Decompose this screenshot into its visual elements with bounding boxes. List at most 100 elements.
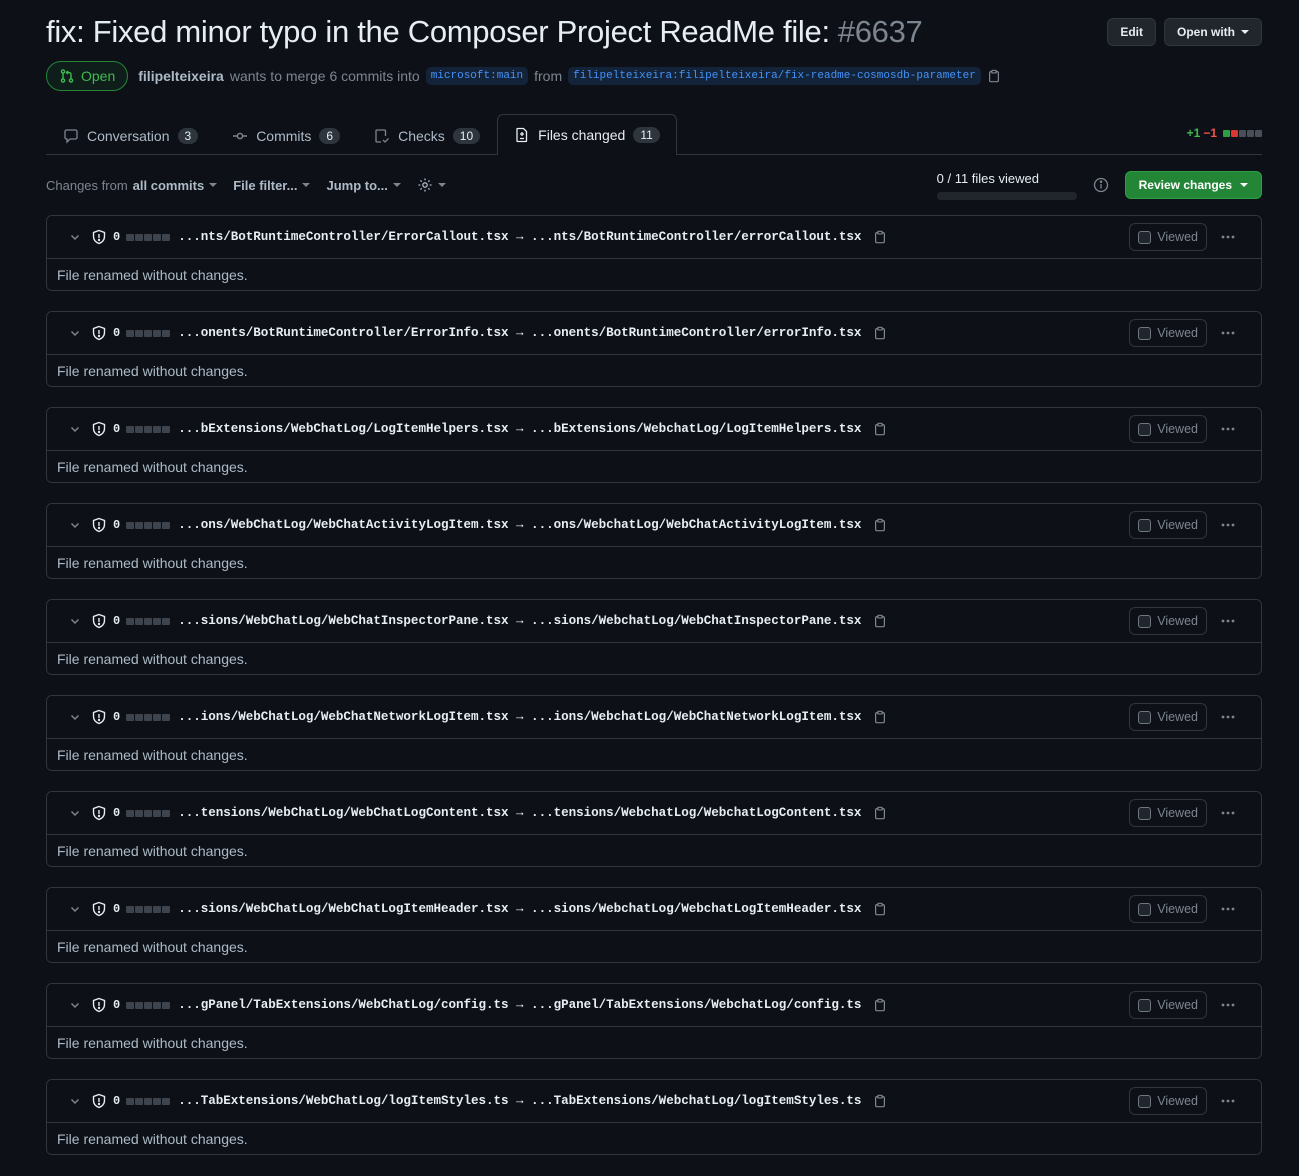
file-diff-icon: [514, 127, 530, 143]
kebab-horizontal-icon[interactable]: [1213, 607, 1243, 635]
viewed-checkbox[interactable]: Viewed: [1129, 319, 1207, 347]
kebab-horizontal-icon[interactable]: [1213, 1087, 1243, 1115]
chevron-down-icon[interactable]: [67, 517, 83, 533]
diffstat-block: [162, 617, 171, 625]
checkbox-box[interactable]: [1138, 422, 1152, 436]
file-path[interactable]: ...ions/WebChatLog/WebChatNetworkLogItem…: [178, 710, 861, 724]
info-icon[interactable]: [1093, 177, 1109, 193]
file-path[interactable]: ...gPanel/TabExtensions/WebChatLog/confi…: [178, 998, 861, 1012]
file-path[interactable]: ...sions/WebChatLog/WebChatInspectorPane…: [178, 614, 861, 628]
chevron-down-icon[interactable]: [67, 325, 83, 341]
diffstat-block: [153, 521, 162, 529]
kebab-horizontal-icon[interactable]: [1213, 223, 1243, 251]
tab-counter: 6: [319, 127, 341, 144]
base-branch[interactable]: microsoft:main: [425, 67, 529, 85]
file-filter-dropdown[interactable]: File filter...: [233, 178, 311, 193]
diffstat-block: [162, 521, 171, 529]
copy-path-icon[interactable]: [873, 422, 887, 436]
checkbox-box[interactable]: [1138, 1094, 1152, 1108]
kebab-horizontal-icon[interactable]: [1213, 511, 1243, 539]
changes-from-dropdown[interactable]: Changes from all commits: [46, 178, 218, 193]
viewed-label: Viewed: [1157, 902, 1198, 916]
viewed-checkbox[interactable]: Viewed: [1129, 511, 1207, 539]
copy-path-icon[interactable]: [873, 326, 887, 340]
viewed-checkbox[interactable]: Viewed: [1129, 223, 1207, 251]
viewed-checkbox[interactable]: Viewed: [1129, 799, 1207, 827]
chevron-down-icon[interactable]: [67, 1093, 83, 1109]
file-diffstat-blocks: [126, 329, 171, 337]
tab-conversation[interactable]: Conversation 3: [46, 115, 215, 155]
checkbox-box[interactable]: [1138, 902, 1152, 916]
edit-button[interactable]: Edit: [1107, 18, 1156, 46]
chevron-down-icon[interactable]: [67, 709, 83, 725]
kebab-horizontal-icon[interactable]: [1213, 799, 1243, 827]
kebab-horizontal-icon[interactable]: [1213, 991, 1243, 1019]
file-path[interactable]: ...TabExtensions/WebChatLog/logItemStyle…: [178, 1094, 861, 1108]
copy-path-icon[interactable]: [873, 806, 887, 820]
tab-checks[interactable]: Checks 10: [357, 115, 497, 155]
viewed-checkbox[interactable]: Viewed: [1129, 703, 1207, 731]
jump-to-dropdown[interactable]: Jump to...: [326, 178, 401, 193]
tab-files-changed[interactable]: Files changed 11: [497, 114, 677, 155]
checkbox-box[interactable]: [1138, 230, 1152, 244]
file-path[interactable]: ...bExtensions/WebChatLog/LogItemHelpers…: [178, 422, 861, 436]
viewed-label: Viewed: [1157, 710, 1198, 724]
kebab-horizontal-icon[interactable]: [1213, 703, 1243, 731]
file-change-count: 0: [113, 710, 121, 724]
kebab-horizontal-icon[interactable]: [1213, 319, 1243, 347]
progress-bar: [936, 191, 1077, 200]
file-path[interactable]: ...tensions/WebChatLog/WebChatLogContent…: [178, 806, 861, 820]
tab-label: Conversation: [87, 127, 170, 144]
copy-path-icon[interactable]: [873, 902, 887, 916]
chevron-down-icon[interactable]: [67, 421, 83, 437]
diffstat-block: [126, 809, 135, 817]
checkbox-box[interactable]: [1138, 614, 1152, 628]
shield-icon: [91, 517, 107, 533]
checkbox-box[interactable]: [1138, 998, 1152, 1012]
review-changes-button[interactable]: Review changes: [1124, 171, 1262, 199]
copy-path-icon[interactable]: [873, 230, 887, 244]
chevron-down-icon[interactable]: [67, 229, 83, 245]
copy-path-icon[interactable]: [873, 710, 887, 724]
kebab-horizontal-icon[interactable]: [1213, 895, 1243, 923]
chevron-down-icon[interactable]: [67, 805, 83, 821]
diffstat-block: [153, 905, 162, 913]
viewed-checkbox[interactable]: Viewed: [1129, 991, 1207, 1019]
diffstat-block: [135, 521, 144, 529]
diff-settings-dropdown[interactable]: [417, 177, 446, 193]
chevron-down-icon[interactable]: [67, 901, 83, 917]
copy-branch-icon[interactable]: [987, 69, 1001, 83]
viewed-checkbox[interactable]: Viewed: [1129, 895, 1207, 923]
copy-path-icon[interactable]: [873, 998, 887, 1012]
open-with-button[interactable]: Open with: [1164, 18, 1262, 46]
kebab-horizontal-icon[interactable]: [1213, 415, 1243, 443]
caret-down-icon: [1241, 30, 1249, 34]
head-branch[interactable]: filipelteixeira:filipelteixeira/fix-read…: [568, 67, 981, 85]
status-badge: Open: [46, 61, 129, 91]
chevron-down-icon[interactable]: [67, 613, 83, 629]
checkbox-box[interactable]: [1138, 710, 1152, 724]
copy-path-icon[interactable]: [873, 518, 887, 532]
tab-commits[interactable]: Commits 6: [215, 115, 357, 155]
viewed-checkbox[interactable]: Viewed: [1129, 607, 1207, 635]
viewed-label: Viewed: [1157, 1094, 1198, 1108]
diffstat-block: [126, 521, 135, 529]
viewed-checkbox[interactable]: Viewed: [1129, 415, 1207, 443]
file-path[interactable]: ...ons/WebChatLog/WebChatActivityLogItem…: [178, 518, 861, 532]
author-link[interactable]: filipelteixeira: [138, 68, 224, 84]
shield-icon: [91, 1093, 107, 1109]
checkbox-box[interactable]: [1138, 518, 1152, 532]
copy-path-icon[interactable]: [873, 1094, 887, 1108]
viewed-checkbox[interactable]: Viewed: [1129, 1087, 1207, 1115]
copy-path-icon[interactable]: [873, 614, 887, 628]
file-path[interactable]: ...onents/BotRuntimeController/ErrorInfo…: [178, 326, 861, 340]
file-change-count: 0: [113, 902, 121, 916]
file-path[interactable]: ...nts/BotRuntimeController/ErrorCallout…: [178, 230, 861, 244]
checkbox-box[interactable]: [1138, 326, 1152, 340]
checkbox-box[interactable]: [1138, 806, 1152, 820]
file-diff: 0 ...bExtensions/WebChatLog/LogItemHelpe…: [46, 407, 1262, 483]
files-viewed-text: 0 / 11 files viewed: [936, 170, 1039, 186]
tab-counter: 10: [452, 127, 481, 144]
file-path[interactable]: ...sions/WebChatLog/WebChatLogItemHeader…: [178, 902, 861, 916]
chevron-down-icon[interactable]: [67, 997, 83, 1013]
